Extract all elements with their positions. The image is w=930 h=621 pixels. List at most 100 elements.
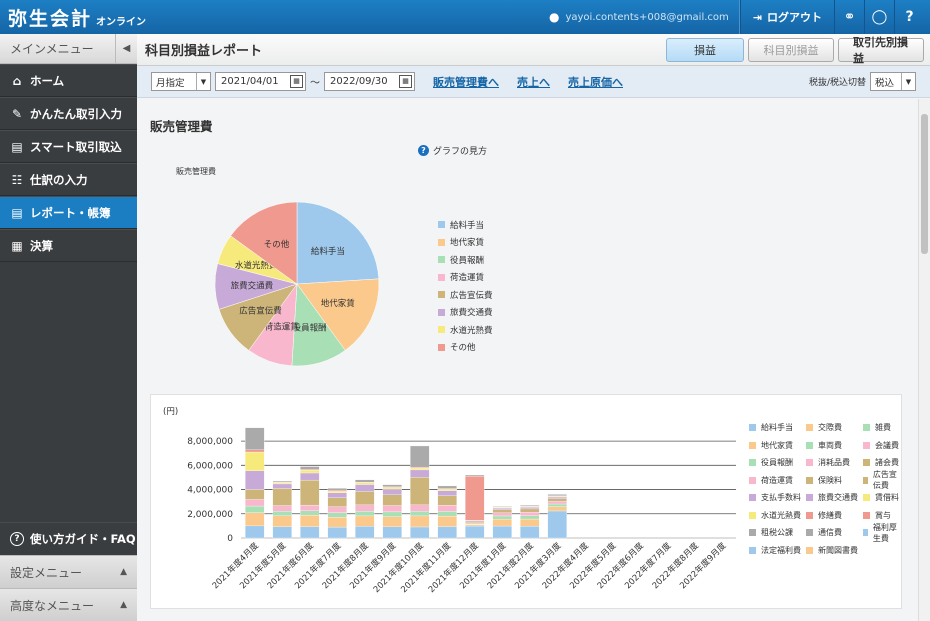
- bar-segment[interactable]: [410, 515, 430, 528]
- app-logo[interactable]: 弥生会計 オンライン: [0, 4, 146, 31]
- bar-segment[interactable]: [245, 449, 265, 453]
- bar-segment[interactable]: [437, 485, 457, 489]
- bar-segment[interactable]: [245, 470, 265, 490]
- bar-segment[interactable]: [465, 524, 485, 527]
- user-account[interactable]: ● yayoi.contents+008@gmail.com: [539, 0, 740, 34]
- chart-help-link[interactable]: ? グラフの見方: [418, 144, 487, 157]
- bar-segment[interactable]: [465, 525, 485, 539]
- bar-segment[interactable]: [300, 472, 320, 481]
- tab-profit-loss[interactable]: 損益: [666, 38, 744, 62]
- date-from-field[interactable]: 2021/04/01 ▦: [215, 72, 306, 91]
- bar-segment[interactable]: [327, 512, 347, 518]
- tab-by-account[interactable]: 科目別損益: [748, 38, 834, 62]
- chat-icon[interactable]: ◯: [864, 0, 894, 34]
- bar-segment[interactable]: [492, 515, 512, 520]
- bar-segment[interactable]: [382, 494, 402, 506]
- bar-segment[interactable]: [492, 525, 512, 539]
- bar-segment[interactable]: [410, 467, 430, 471]
- bar-segment[interactable]: [410, 526, 430, 539]
- settings-menu[interactable]: 設定メニュー ▲: [0, 555, 137, 588]
- bar-segment[interactable]: [520, 518, 540, 527]
- bar-segment[interactable]: [492, 506, 512, 508]
- bar-segment[interactable]: [327, 506, 347, 513]
- bar-segment[interactable]: [300, 504, 320, 511]
- bar-segment[interactable]: [492, 509, 512, 513]
- bar-segment[interactable]: [355, 515, 375, 527]
- bar-segment[interactable]: [547, 506, 567, 512]
- sidebar-item-home[interactable]: ⌂ ホーム: [0, 64, 137, 97]
- bar-segment[interactable]: [547, 498, 567, 502]
- bar-segment[interactable]: [382, 516, 402, 527]
- sidebar-item-easy-entry[interactable]: ✎ かんたん取引入力: [0, 97, 137, 130]
- bar-segment[interactable]: [272, 482, 292, 485]
- scrollbar-thumb[interactable]: [921, 114, 928, 254]
- help-icon[interactable]: ?: [894, 0, 924, 34]
- bar-segment[interactable]: [245, 512, 265, 527]
- bar-segment[interactable]: [355, 491, 375, 506]
- period-mode-select[interactable]: 月指定 ▼: [151, 72, 211, 91]
- bar-segment[interactable]: [300, 479, 320, 506]
- bar-segment[interactable]: [245, 505, 265, 513]
- bar-segment[interactable]: [520, 505, 540, 507]
- bar-segment[interactable]: [520, 515, 540, 520]
- bar-segment[interactable]: [437, 511, 457, 517]
- link-icon[interactable]: ⚭: [834, 0, 864, 34]
- sidebar-item-closing[interactable]: ▦ 決算: [0, 229, 137, 262]
- bar-segment[interactable]: [245, 427, 265, 450]
- bar-segment[interactable]: [382, 484, 402, 487]
- bar-segment[interactable]: [520, 508, 540, 513]
- bar-segment[interactable]: [437, 490, 457, 496]
- bar-segment[interactable]: [547, 501, 567, 505]
- bar-segment[interactable]: [382, 487, 402, 490]
- bar-segment[interactable]: [520, 507, 540, 510]
- bar-segment[interactable]: [300, 469, 320, 474]
- bar-segment[interactable]: [300, 466, 320, 470]
- bar-segment[interactable]: [382, 488, 402, 495]
- bar-segment[interactable]: [520, 526, 540, 539]
- link-sga[interactable]: 販売管理費へ: [433, 74, 499, 90]
- bar-segment[interactable]: [327, 497, 347, 507]
- sidebar-item-reports[interactable]: ▤ レポート・帳簿: [0, 196, 137, 229]
- bar-segment[interactable]: [272, 483, 292, 489]
- bar-segment[interactable]: [520, 512, 540, 516]
- collapse-sidebar-icon[interactable]: ◀: [115, 33, 137, 64]
- bar-segment[interactable]: [437, 526, 457, 539]
- bar-segment[interactable]: [272, 511, 292, 516]
- bar-segment[interactable]: [245, 499, 265, 507]
- link-sales[interactable]: 売上へ: [517, 74, 550, 90]
- bar-segment[interactable]: [245, 525, 265, 539]
- bar-segment[interactable]: [355, 511, 375, 517]
- bar-segment[interactable]: [465, 520, 485, 523]
- bar-segment[interactable]: [492, 507, 512, 510]
- bar-segment[interactable]: [410, 504, 430, 512]
- bar-segment[interactable]: [300, 510, 320, 516]
- bar-segment[interactable]: [272, 488, 292, 506]
- sidebar-item-journal[interactable]: ☷ 仕訳の入力: [0, 163, 137, 196]
- bar-segment[interactable]: [272, 526, 292, 539]
- bar-segment[interactable]: [327, 526, 347, 539]
- bar-segment[interactable]: [465, 522, 485, 524]
- link-cogs[interactable]: 売上原価へ: [568, 74, 623, 90]
- bar-segment[interactable]: [465, 476, 485, 521]
- sidebar-item-smart-import[interactable]: ▤ スマート取引取込: [0, 130, 137, 163]
- bar-segment[interactable]: [410, 477, 430, 506]
- bar-segment[interactable]: [327, 516, 347, 528]
- bar-segment[interactable]: [437, 505, 457, 512]
- pie-slice-0[interactable]: [296, 201, 380, 285]
- bar-segment[interactable]: [547, 494, 567, 496]
- bar-segment[interactable]: [355, 479, 375, 483]
- bar-segment[interactable]: [547, 496, 567, 499]
- bar-segment[interactable]: [355, 482, 375, 485]
- sidebar-guide-faq[interactable]: ? 使い方ガイド・FAQ: [0, 522, 137, 555]
- bar-segment[interactable]: [492, 518, 512, 527]
- calendar-icon[interactable]: ▦: [399, 75, 412, 88]
- bar-segment[interactable]: [382, 511, 402, 517]
- date-to-field[interactable]: 2022/09/30 ▦: [324, 72, 415, 91]
- bar-segment[interactable]: [410, 511, 430, 517]
- bar-segment[interactable]: [355, 504, 375, 512]
- bar-segment[interactable]: [437, 515, 457, 527]
- logout-button[interactable]: ⇥ ログアウト: [739, 0, 834, 34]
- bar-segment[interactable]: [272, 515, 292, 527]
- bar-segment[interactable]: [410, 469, 430, 478]
- advanced-menu[interactable]: 高度なメニュー ▲: [0, 588, 137, 621]
